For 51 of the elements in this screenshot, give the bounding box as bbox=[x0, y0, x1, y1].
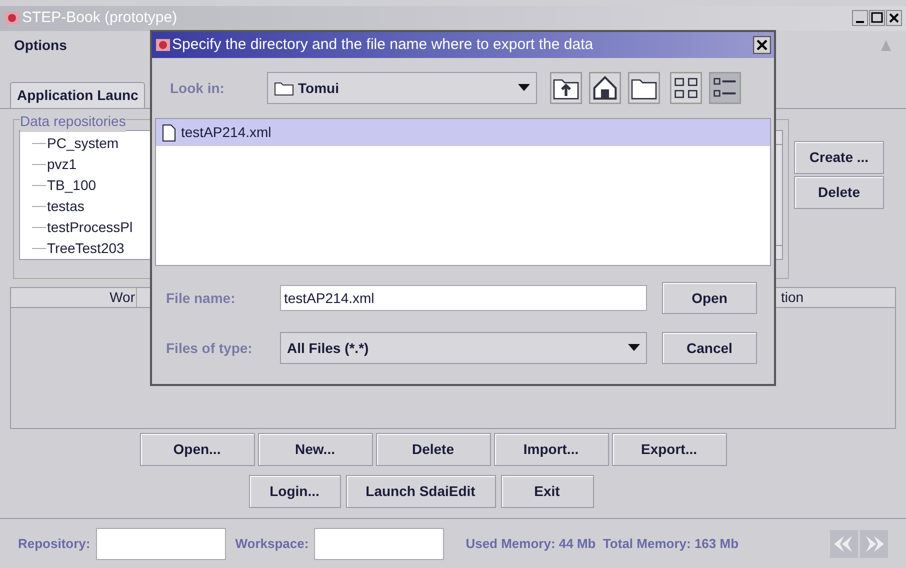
menu-item[interactable]: Options bbox=[14, 34, 67, 56]
document-icon bbox=[162, 124, 176, 142]
button[interactable]: Cancel bbox=[662, 332, 757, 364]
dialog-title: Specify the directory and the file name where to export the data bbox=[172, 34, 594, 55]
input-field[interactable] bbox=[314, 528, 444, 560]
field-label: Files of type: bbox=[166, 338, 254, 358]
button[interactable]: New... bbox=[258, 433, 372, 466]
field-label: Workspace: bbox=[235, 534, 309, 553]
list-view-icon[interactable] bbox=[670, 72, 702, 104]
app-icon[interactable] bbox=[4, 10, 20, 26]
close-icon[interactable] bbox=[753, 36, 771, 54]
home-icon[interactable] bbox=[589, 72, 621, 104]
field-label: File name: bbox=[166, 288, 236, 308]
button[interactable]: Launch SdaiEdit bbox=[346, 475, 496, 508]
column-header: Wor bbox=[110, 288, 135, 308]
input-field[interactable] bbox=[96, 528, 226, 560]
window-title: STEP-Book (prototype) bbox=[22, 8, 178, 28]
field-label: Look in: bbox=[170, 78, 226, 98]
memory-status: Used Memory: 44 Mb Total Memory: 163 Mb bbox=[466, 534, 739, 553]
file-row[interactable]: testAP214.xml bbox=[156, 119, 770, 146]
button[interactable]: Delete bbox=[794, 176, 884, 210]
button[interactable]: Import... bbox=[494, 433, 608, 466]
tree-item[interactable]: PC_system bbox=[47, 133, 119, 154]
tree-item[interactable]: testas bbox=[47, 196, 84, 218]
tree-item[interactable]: testProcessPl bbox=[47, 217, 133, 238]
folder-icon[interactable] bbox=[274, 80, 294, 96]
button[interactable]: Login... bbox=[248, 475, 340, 508]
button[interactable]: Open... bbox=[140, 433, 254, 466]
app-icon[interactable] bbox=[155, 37, 171, 53]
column-header: tion bbox=[781, 288, 804, 308]
button[interactable]: Exit bbox=[500, 475, 594, 508]
tree-item[interactable]: TB_100 bbox=[47, 175, 96, 196]
button[interactable]: Delete bbox=[376, 433, 490, 466]
tree-item[interactable]: TreeTest203 bbox=[47, 238, 124, 260]
button[interactable]: Export... bbox=[612, 433, 726, 466]
minimize-icon[interactable] bbox=[852, 10, 868, 26]
field-label: Repository: bbox=[18, 534, 90, 553]
up-folder-icon[interactable] bbox=[550, 72, 582, 104]
button[interactable]: Open bbox=[662, 282, 757, 314]
look-in-dropdown[interactable]: Tomui bbox=[267, 72, 537, 104]
input-field[interactable]: testAP214.xml bbox=[280, 285, 647, 311]
tree-item[interactable]: pvz1 bbox=[47, 154, 77, 176]
caret-icon bbox=[518, 84, 530, 92]
new-folder-icon[interactable] bbox=[628, 72, 660, 104]
maximize-icon[interactable] bbox=[869, 10, 885, 26]
details-view-icon[interactable] bbox=[709, 72, 741, 104]
button[interactable]: Create ... bbox=[794, 141, 884, 174]
file-type-dropdown[interactable]: All Files (*.*) bbox=[280, 332, 647, 364]
tab[interactable]: Application Launc bbox=[10, 82, 146, 108]
close-icon[interactable] bbox=[886, 10, 902, 26]
caret-icon bbox=[628, 344, 640, 352]
